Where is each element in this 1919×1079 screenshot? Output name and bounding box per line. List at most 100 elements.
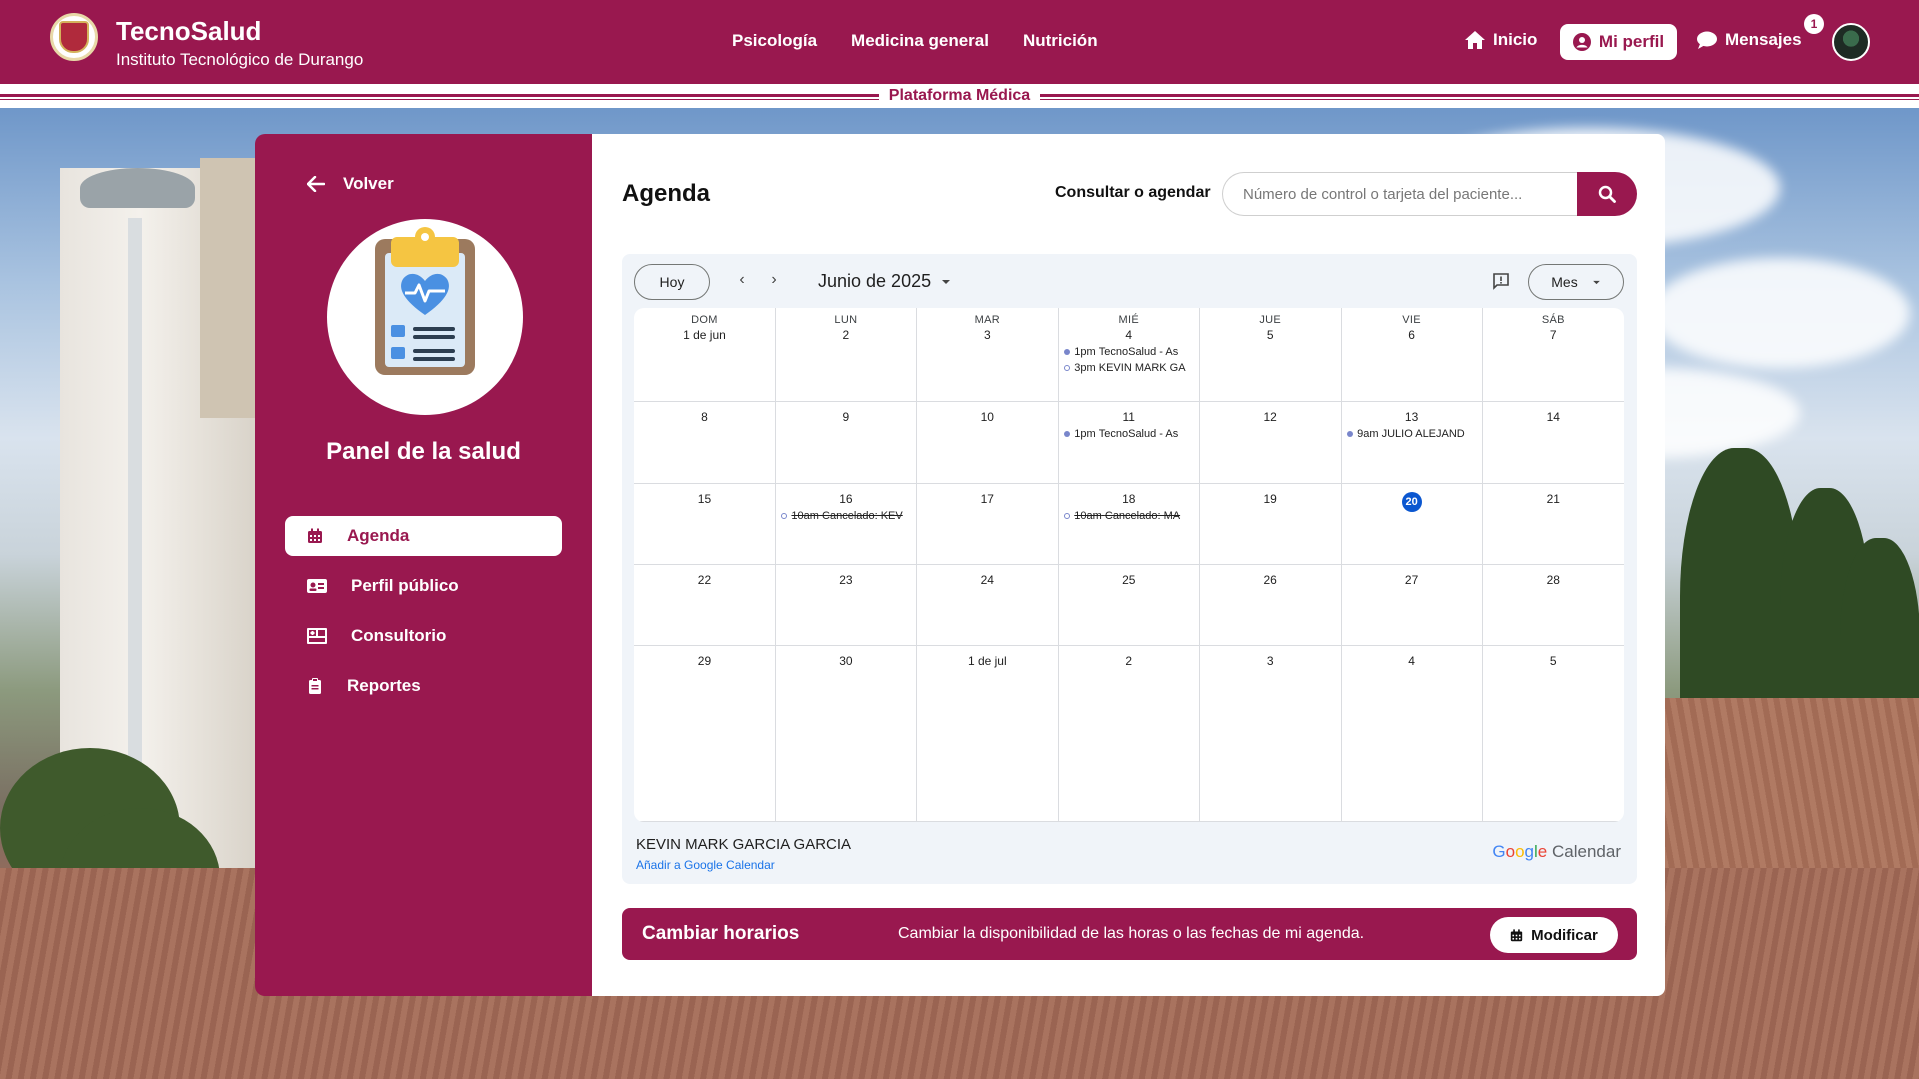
nav-psicologia[interactable]: Psicología [732,31,817,51]
back-button[interactable]: Volver [307,174,394,194]
calendar-day-cell[interactable]: 12 [1199,402,1342,484]
date-number[interactable]: 3 [917,328,1058,342]
calendar-day-cell[interactable]: 16 10am Cancelado: KEV [775,484,918,565]
date-number[interactable]: 4 [1058,328,1199,342]
view-selector[interactable]: Mes [1528,264,1624,300]
date-number[interactable]: 10 [917,410,1058,424]
date-number[interactable]: 1 de jun [634,328,775,342]
sidebar-item-consultorio[interactable]: Consultorio [285,616,562,656]
date-number[interactable]: 22 [634,573,775,587]
calendar-day-cell[interactable]: 8 [634,402,776,484]
date-number[interactable]: 15 [634,492,775,506]
calendar-day-cell[interactable]: 30 [775,646,918,822]
calendar-day-cell[interactable]: 17 [916,484,1059,565]
calendar-day-cell[interactable]: 22 [634,565,776,646]
calendar-day-cell[interactable]: 29 [634,646,776,822]
date-number[interactable]: 28 [1483,573,1624,587]
date-number[interactable]: 16 [775,492,916,506]
calendar-day-cell[interactable]: 28 [1482,565,1624,646]
calendar-day-cell[interactable]: 27 [1341,565,1484,646]
chevron-right-icon[interactable]: › [764,271,784,291]
calendar-day-cell[interactable]: LUN 2 [775,308,918,402]
calendar-day-cell[interactable]: 26 [1199,565,1342,646]
today-date-number[interactable]: 20 [1341,492,1482,512]
add-to-google-calendar-link[interactable]: Añadir a Google Calendar [636,858,775,872]
date-number[interactable]: 25 [1058,573,1199,587]
date-number[interactable]: 17 [917,492,1058,506]
sidebar-item-perfil-publico[interactable]: Perfil público [285,566,562,606]
modify-button[interactable]: Modificar [1490,917,1618,953]
calendar-day-cell[interactable]: 18 10am Cancelado: MA [1058,484,1201,565]
calendar-day-cell[interactable]: 4 [1341,646,1484,822]
date-number[interactable]: 3 [1200,654,1341,668]
date-number[interactable]: 2 [1058,654,1199,668]
calendar-event[interactable]: 10am Cancelado: MA [1064,510,1195,522]
date-number[interactable]: 29 [634,654,775,668]
google-calendar-logo[interactable]: Google Calendar [1492,842,1621,862]
nav-mensajes[interactable]: Mensajes [1697,30,1802,50]
date-number[interactable]: 9 [775,410,916,424]
brand-title[interactable]: TecnoSalud [116,16,261,47]
chevron-left-icon[interactable]: ‹ [732,271,752,291]
calendar-day-cell[interactable]: 14 [1482,402,1624,484]
calendar-day-cell[interactable]: 9 [775,402,918,484]
calendar-day-cell[interactable]: 24 [916,565,1059,646]
patient-search-input[interactable] [1222,172,1579,216]
calendar-day-cell[interactable]: JUE 5 [1199,308,1342,402]
calendar-day-cell[interactable]: MAR 3 [916,308,1059,402]
calendar-event[interactable]: 1pm TecnoSalud - As [1064,346,1195,358]
date-number[interactable]: 26 [1200,573,1341,587]
date-number[interactable]: 19 [1200,492,1341,506]
date-number[interactable]: 5 [1200,328,1341,342]
calendar-day-cell[interactable]: 2 [1058,646,1201,822]
date-number[interactable]: 27 [1341,573,1482,587]
date-number[interactable]: 6 [1341,328,1482,342]
calendar-day-cell[interactable]: SÁB 7 [1482,308,1624,402]
sidebar-item-reportes[interactable]: Reportes [285,666,562,706]
date-number[interactable]: 30 [775,654,916,668]
sidebar-item-agenda[interactable]: Agenda [285,516,562,556]
calendar-day-cell[interactable]: 3 [1199,646,1342,822]
calendar-event[interactable]: 1pm TecnoSalud - As [1064,428,1195,440]
avatar[interactable] [1832,23,1870,61]
date-number[interactable]: 7 [1483,328,1624,342]
date-number[interactable]: 14 [1483,410,1624,424]
date-number[interactable]: 21 [1483,492,1624,506]
date-number[interactable]: 11 [1058,410,1199,424]
date-number[interactable]: 24 [917,573,1058,587]
nav-inicio[interactable]: Inicio [1465,30,1537,50]
calendar-day-cell[interactable]: VIE 6 [1341,308,1484,402]
calendar-day-cell[interactable]: 21 [1482,484,1624,565]
calendar-day-cell[interactable]: 25 [1058,565,1201,646]
date-number[interactable]: 13 [1341,410,1482,424]
date-number[interactable]: 23 [775,573,916,587]
date-number[interactable]: 18 [1058,492,1199,506]
date-number[interactable]: 5 [1483,654,1624,668]
calendar-event[interactable]: 3pm KEVIN MARK GA [1064,362,1195,374]
calendar-day-cell[interactable]: MIÉ 4 1pm TecnoSalud - As 3pm KEVIN MARK GA [1058,308,1201,402]
calendar-day-cell[interactable]: 13 9am JULIO ALEJAND [1341,402,1484,484]
nav-nutricion[interactable]: Nutrición [1023,31,1098,51]
today-button[interactable]: Hoy [634,264,710,300]
calendar-day-cell[interactable]: 5 [1482,646,1624,822]
date-number[interactable]: 2 [775,328,916,342]
institution-logo[interactable] [50,13,98,61]
month-selector[interactable]: Junio de 2025 [818,271,951,292]
calendar-day-cell[interactable]: DOM 1 de jun [634,308,776,402]
search-button[interactable] [1577,172,1637,216]
calendar-day-cell[interactable]: 19 [1199,484,1342,565]
calendar-day-cell[interactable]: 10 [916,402,1059,484]
date-number[interactable]: 8 [634,410,775,424]
nav-medicina-general[interactable]: Medicina general [851,31,989,51]
date-number[interactable]: 12 [1200,410,1341,424]
calendar-day-cell[interactable]: 15 [634,484,776,565]
calendar-day-cell[interactable]: 11 1pm TecnoSalud - As [1058,402,1201,484]
mi-perfil-button[interactable]: Mi perfil [1560,24,1677,60]
calendar-day-cell[interactable]: 20 [1341,484,1484,565]
date-number[interactable]: 4 [1341,654,1482,668]
calendar-day-cell[interactable]: 23 [775,565,918,646]
date-number[interactable]: 1 de jul [917,654,1058,668]
calendar-event[interactable]: 9am JULIO ALEJAND [1347,428,1478,440]
calendar-event[interactable]: 10am Cancelado: KEV [781,510,912,522]
calendar-day-cell[interactable]: 1 de jul [916,646,1059,822]
